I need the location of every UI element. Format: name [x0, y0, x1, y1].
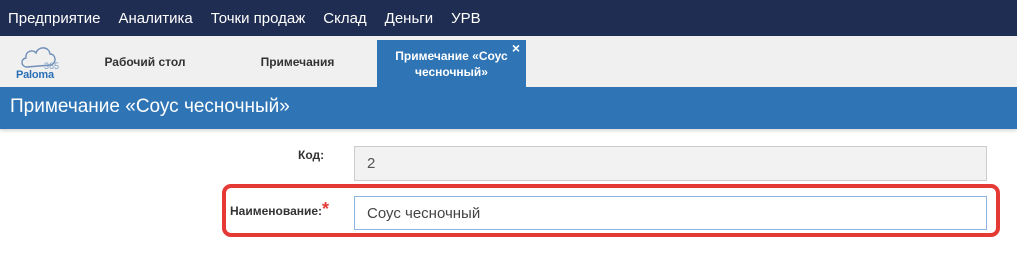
- nav-item-warehouse[interactable]: Склад: [323, 10, 366, 27]
- tab-desktop-label: Рабочий стол: [104, 54, 186, 69]
- paloma-logo[interactable]: 365 Paloma: [14, 41, 62, 83]
- page-header: Примечание «Соус чесночный»: [0, 87, 1017, 129]
- nav-item-analytics[interactable]: Аналитика: [118, 10, 192, 27]
- tab-notes[interactable]: Примечания: [245, 36, 350, 87]
- nav-item-urv[interactable]: УРВ: [451, 10, 481, 27]
- close-icon[interactable]: ×: [512, 40, 520, 56]
- required-marker: *: [322, 199, 330, 219]
- name-field[interactable]: [354, 196, 987, 230]
- name-label-text: Наименование:: [230, 204, 323, 218]
- page-title: Примечание «Соус чесночный»: [10, 96, 290, 117]
- top-navigation: Предприятие Аналитика Точки продаж Склад…: [0, 0, 1017, 36]
- nav-item-money[interactable]: Деньги: [385, 10, 433, 27]
- tab-desktop[interactable]: Рабочий стол: [90, 36, 200, 87]
- logo-text: Paloma: [16, 69, 54, 81]
- tab-note-active-label: Примечание «Соус чесночный»: [395, 48, 508, 79]
- code-label: Код:: [298, 148, 325, 162]
- tab-bar: 365 Paloma Рабочий стол Примечания Приме…: [0, 36, 1017, 87]
- tab-note-active[interactable]: Примечание «Соус чесночный» ×: [377, 40, 526, 87]
- code-field: 2: [354, 146, 987, 181]
- tab-notes-label: Примечания: [260, 54, 335, 69]
- nav-item-points-of-sale[interactable]: Точки продаж: [211, 10, 306, 27]
- nav-item-enterprise[interactable]: Предприятие: [8, 10, 100, 27]
- name-label: Наименование:*: [230, 199, 329, 220]
